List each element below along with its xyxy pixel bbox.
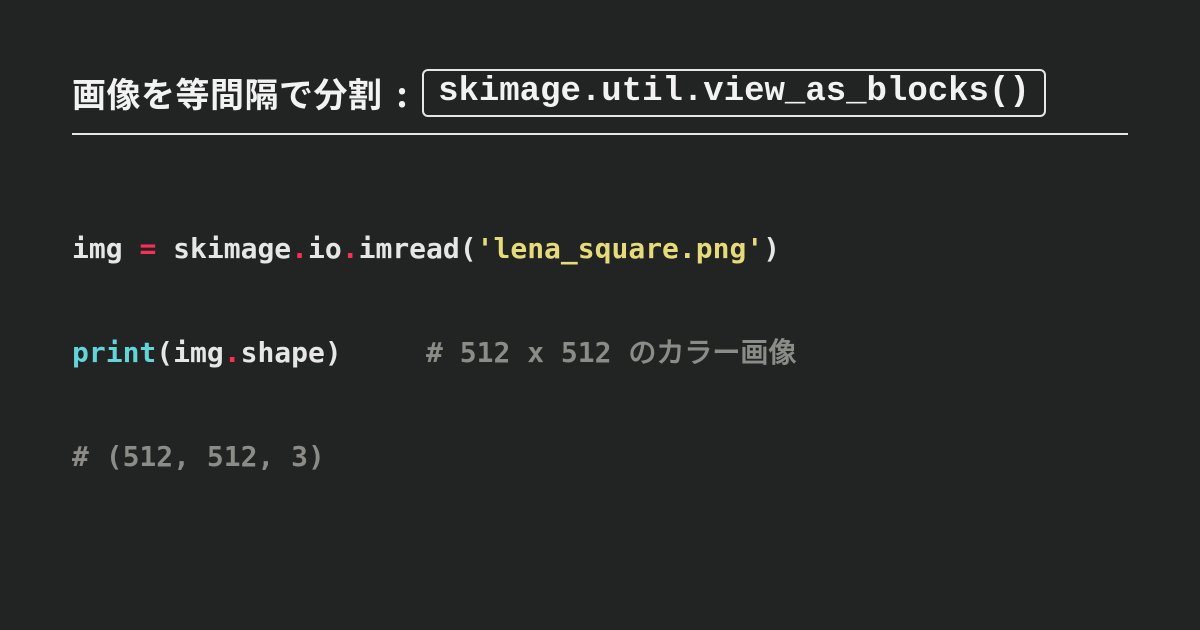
code-line-1: img = skimage.io.imread('lena_square.png… xyxy=(72,223,1128,275)
heading-colon: : xyxy=(397,68,409,117)
var-img: img xyxy=(72,232,123,265)
comment: # 512 x 512 のカラー画像 xyxy=(426,336,796,369)
comment: # (512, 512, 3) xyxy=(72,440,325,473)
builtin-print: print xyxy=(72,336,156,369)
code-line-3: # (512, 512, 3) xyxy=(72,431,1128,483)
code-block: img = skimage.io.imread('lena_square.png… xyxy=(72,171,1128,630)
assign-op: = xyxy=(139,232,156,265)
string-literal: 'lena_square.png' xyxy=(477,232,764,265)
code-line-2: print(img.shape) # 512 x 512 のカラー画像 xyxy=(72,327,1128,379)
divider xyxy=(72,133,1128,135)
heading: 画像を等間隔で分割: skimage.util.view_as_blocks() xyxy=(72,68,1128,117)
heading-text: 画像を等間隔で分割 xyxy=(72,68,383,117)
blank-line xyxy=(72,535,1128,587)
heading-function-box: skimage.util.view_as_blocks() xyxy=(422,69,1046,117)
